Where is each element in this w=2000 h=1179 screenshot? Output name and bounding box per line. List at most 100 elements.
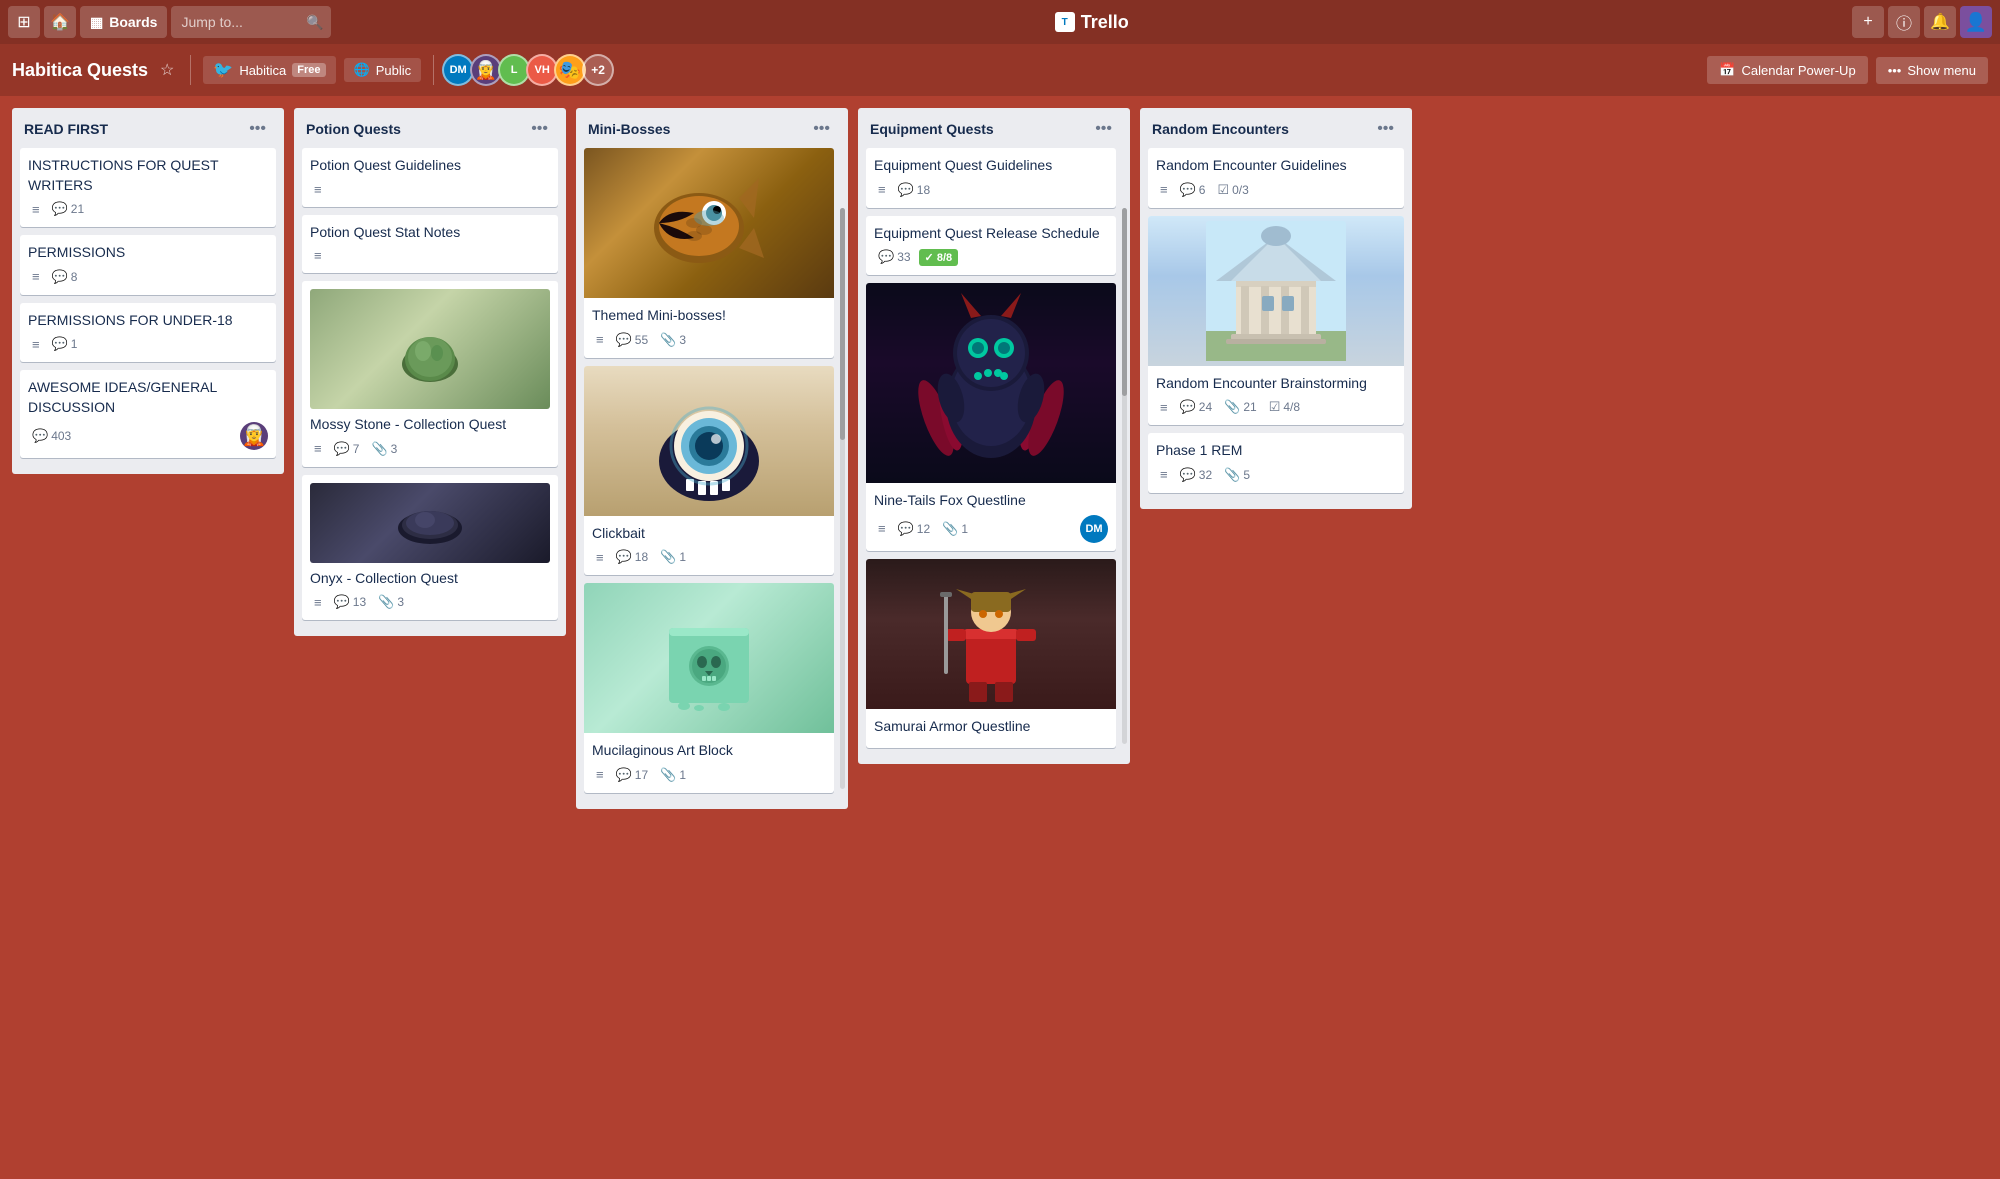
star-button[interactable]: ☆	[156, 56, 178, 84]
description-icon2: ≡	[32, 269, 40, 284]
add-button[interactable]: +	[1852, 6, 1884, 38]
apps-button[interactable]: ⊞	[8, 6, 40, 38]
card-title-instructions: INSTRUCTIONS FOR QUEST WRITERS	[28, 156, 268, 195]
card-mucilaginous[interactable]: Mucilaginous Art Block ≡ 💬 17 📎 1	[584, 583, 834, 793]
comment-icon-ms: 💬	[334, 441, 350, 457]
card-badges-potion-stat: ≡	[310, 246, 550, 265]
column-title-equipment: Equipment Quests	[870, 121, 1089, 137]
card-instructions[interactable]: INSTRUCTIONS FOR QUEST WRITERS ≡ 💬 21	[20, 148, 276, 227]
home-button[interactable]: 🏠	[44, 6, 76, 38]
info-button[interactable]: ⓘ	[1888, 6, 1920, 38]
comment-icon-eqr: 💬	[878, 249, 894, 265]
re-brainstorm-image	[1148, 216, 1404, 366]
card-equipment-release[interactable]: Equipment Quest Release Schedule 💬 33 ✓ …	[866, 216, 1116, 276]
avatar-overflow[interactable]: +2	[582, 54, 614, 86]
column-title-random: Random Encounters	[1152, 121, 1371, 137]
mossy-stone-image	[310, 289, 550, 409]
card-badges-permissions: ≡ 💬 8	[28, 267, 268, 287]
comment-icon-onyx: 💬	[334, 594, 350, 610]
card-badges-re-brainstorming: ≡ 💬 24 📎 21 ☑ 4/8	[1156, 397, 1396, 417]
card-badges-slime: ≡ 💬 17 📎 1	[592, 765, 826, 785]
desc-badge-p1: ≡	[1156, 465, 1172, 484]
comments-badge-ms: 💬 7	[330, 439, 364, 459]
attach-icon-reb: 📎	[1224, 399, 1240, 415]
column-menu-equipment[interactable]: •••	[1089, 118, 1118, 140]
card-phase1-rem[interactable]: Phase 1 REM ≡ 💬 32 📎 5	[1148, 433, 1404, 493]
description-icon: ≡	[32, 202, 40, 217]
boards-button[interactable]: ▦ Boards	[80, 6, 167, 38]
card-badges-phase1: ≡ 💬 32 📎 5	[1156, 465, 1396, 485]
comment-icon-eq: 💬	[898, 182, 914, 198]
card-avatar-group: 🧝	[240, 422, 268, 450]
card-equipment-guidelines[interactable]: Equipment Quest Guidelines ≡ 💬 18	[866, 148, 1116, 208]
column-mini-bosses: Mini-Bosses •••	[576, 108, 848, 809]
card-badges-instructions: ≡ 💬 21	[28, 199, 268, 219]
column-read-first: READ FIRST ••• INSTRUCTIONS FOR QUEST WR…	[12, 108, 284, 474]
mini-boss-card-image	[584, 148, 834, 298]
column-menu-read-first[interactable]: •••	[243, 118, 272, 140]
visibility-button[interactable]: 🌐 Public	[344, 58, 422, 82]
card-content-themed: Themed Mini-bosses! ≡ 💬 55 📎 3	[584, 298, 834, 358]
desc-icon-re: ≡	[1160, 182, 1168, 197]
attach-badge-p1: 📎 5	[1220, 465, 1254, 485]
card-potion-guidelines[interactable]: Potion Quest Guidelines ≡	[302, 148, 558, 207]
desc-badge-clickbait: ≡	[592, 548, 608, 567]
card-mossy-stone[interactable]: Mossy Stone - Collection Quest ≡ 💬 7 📎 3	[302, 281, 558, 467]
comments-badge-themed: 💬 55	[612, 330, 653, 350]
workspace-button[interactable]: 🐦 Habitica Free	[203, 56, 335, 84]
card-onyx[interactable]: Onyx - Collection Quest ≡ 💬 13 📎 3	[302, 475, 558, 621]
card-samurai-armor[interactable]: Samurai Armor Questline	[866, 559, 1116, 749]
user-avatar-button[interactable]: 👤	[1960, 6, 1992, 38]
desc-icon-ps: ≡	[314, 248, 322, 263]
card-title-eq-release: Equipment Quest Release Schedule	[874, 224, 1108, 244]
card-title-re-brainstorming: Random Encounter Brainstorming	[1156, 374, 1396, 394]
comment-icon3: 💬	[52, 336, 68, 352]
scroll-thumb	[840, 208, 845, 440]
card-awesome-ideas[interactable]: AWESOME IDEAS/GENERAL DISCUSSION 💬 403 🧝	[20, 370, 276, 457]
board-title: Habitica Quests	[12, 60, 148, 81]
column-header-equipment: Equipment Quests •••	[858, 108, 1130, 148]
card-permissions[interactable]: PERMISSIONS ≡ 💬 8	[20, 235, 276, 295]
calendar-button[interactable]: 📅 Calendar Power-Up	[1707, 56, 1867, 84]
attach-badge-reb: 📎 21	[1220, 397, 1261, 417]
column-random-encounters: Random Encounters ••• Random Encounter G…	[1140, 108, 1412, 509]
card-title-nine-tails: Nine-Tails Fox Questline	[874, 491, 1108, 511]
mini-boss-svg	[639, 158, 779, 288]
column-header-potion: Potion Quests •••	[294, 108, 566, 148]
search-input[interactable]	[171, 6, 331, 38]
desc-icon-slime: ≡	[596, 767, 604, 782]
comment-icon-themed: 💬	[616, 332, 632, 348]
show-menu-button[interactable]: ••• Show menu	[1876, 57, 1988, 84]
attach-badge-slime: 📎 1	[656, 765, 690, 785]
card-permissions-under18[interactable]: PERMISSIONS FOR UNDER-18 ≡ 💬 1	[20, 303, 276, 363]
scroll-track-eq	[1122, 208, 1127, 744]
trello-logo: T Trello	[1055, 12, 1129, 33]
card-themed-mini-bosses[interactable]: Themed Mini-bosses! ≡ 💬 55 📎 3	[584, 148, 834, 358]
card-clickbait[interactable]: Clickbait ≡ 💬 18 📎 1	[584, 366, 834, 576]
globe-icon: 🌐	[354, 62, 370, 78]
card-re-brainstorming[interactable]: Random Encounter Brainstorming ≡ 💬 24 📎 …	[1148, 216, 1404, 426]
board-header: Habitica Quests ☆ 🐦 Habitica Free 🌐 Publ…	[0, 44, 2000, 96]
card-re-guidelines[interactable]: Random Encounter Guidelines ≡ 💬 6 ☑ 0/3	[1148, 148, 1404, 208]
column-menu-potion[interactable]: •••	[525, 118, 554, 140]
card-title-samurai: Samurai Armor Questline	[874, 717, 1108, 737]
comment-icon-slime: 💬	[616, 767, 632, 783]
column-menu-mini-bosses[interactable]: •••	[807, 118, 836, 140]
onyx-image	[310, 483, 550, 563]
card-title-potion-guidelines: Potion Quest Guidelines	[310, 156, 550, 176]
card-title-phase1: Phase 1 REM	[1156, 441, 1396, 461]
scroll-track	[840, 208, 845, 789]
card-badges-eq-guidelines: ≡ 💬 18	[874, 180, 1108, 200]
column-menu-random[interactable]: •••	[1371, 118, 1400, 140]
desc-icon-reb: ≡	[1160, 400, 1168, 415]
desc-badge-re: ≡	[1156, 180, 1172, 199]
notifications-button[interactable]: 🔔	[1924, 6, 1956, 38]
card-potion-stat-notes[interactable]: Potion Quest Stat Notes ≡	[302, 215, 558, 274]
desc-badge-themed: ≡	[592, 330, 608, 349]
card-nine-tails[interactable]: Nine-Tails Fox Questline ≡ 💬 12 📎 1 DM	[866, 283, 1116, 551]
header-divider2	[433, 55, 434, 85]
desc-icon-pg: ≡	[314, 182, 322, 197]
column-potion-quests: Potion Quests ••• Potion Quest Guideline…	[294, 108, 566, 636]
column-equipment-quests: Equipment Quests ••• Equipment Quest Gui…	[858, 108, 1130, 764]
card-title-re-guidelines: Random Encounter Guidelines	[1156, 156, 1396, 176]
